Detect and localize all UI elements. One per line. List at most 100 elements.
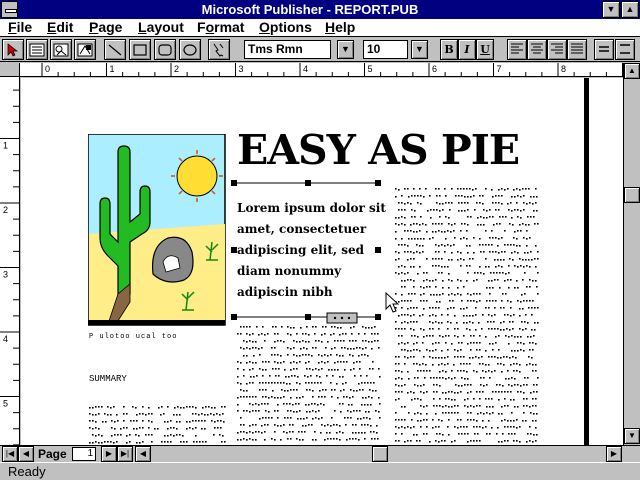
greeked-text-left-column[interactable] xyxy=(89,404,227,445)
page-workspace[interactable]: EASY AS PIE Lorem ipsum dolor sit amet, … xyxy=(21,78,623,445)
double-space-icon xyxy=(620,44,630,54)
horizontal-ruler[interactable]: 0123456789 xyxy=(20,63,640,77)
font-size-dropdown[interactable]: ▼ xyxy=(411,40,428,59)
first-page-button[interactable]: |◀ xyxy=(2,446,18,462)
greeked-text-right-column[interactable] xyxy=(395,186,540,445)
previous-page-button[interactable]: ◀ xyxy=(18,446,34,462)
menu-layout[interactable]: Layout xyxy=(138,19,184,36)
vertical-ruler-ticks: 1 2 3 4 5 xyxy=(0,73,20,446)
headline[interactable]: EASY AS PIE xyxy=(237,126,520,174)
scroll-left-button[interactable]: ◀ xyxy=(135,446,151,462)
menu-format[interactable]: Format xyxy=(197,19,244,36)
summary-heading[interactable]: SUMMARY xyxy=(89,374,127,384)
page-edge-shadow xyxy=(584,78,589,445)
body-line: diam nonummy xyxy=(237,264,342,278)
body-line: adipiscing elit, sed xyxy=(237,243,365,257)
ruler-label: 2 xyxy=(174,64,179,74)
scroll-up-button[interactable]: ▲ xyxy=(624,63,640,79)
ruler-label: 4 xyxy=(303,64,308,74)
horizontal-ruler-ticks: 0123456789 xyxy=(41,63,640,77)
page-label: Page xyxy=(38,447,67,461)
align-left-icon xyxy=(511,43,523,54)
ruler-corner[interactable] xyxy=(0,63,20,77)
mouse-cursor-icon xyxy=(385,292,399,313)
picture-caption[interactable]: P ulotoo ucal too xyxy=(89,333,177,341)
box-tool[interactable] xyxy=(129,39,151,60)
underline-button[interactable]: U xyxy=(476,39,494,60)
align-right-button[interactable] xyxy=(547,39,567,60)
last-page-button[interactable]: ▶| xyxy=(117,446,133,462)
body-line: adipiscin nibh xyxy=(237,285,333,299)
font-name-dropdown[interactable]: ▼ xyxy=(337,40,354,59)
table-frame-tool[interactable] xyxy=(74,39,96,60)
oval-icon xyxy=(183,44,197,56)
justify-button[interactable] xyxy=(567,39,587,60)
title-bar[interactable]: Microsoft Publisher - REPORT.PUB ▼ ▲ xyxy=(0,0,640,19)
bold-button[interactable]: B xyxy=(440,39,458,60)
menu-options[interactable]: Options xyxy=(259,19,312,36)
greeked-text-middle-column[interactable] xyxy=(237,324,382,445)
font-name-box[interactable]: Tms Rmn xyxy=(244,40,331,59)
page-number-box[interactable]: 1 xyxy=(72,447,96,461)
menu-help[interactable]: Help xyxy=(325,19,355,36)
crop-icon xyxy=(213,43,224,57)
ruler-label: 5 xyxy=(3,399,8,409)
down-arrow-icon: ▼ xyxy=(415,44,424,54)
menu-page[interactable]: Page xyxy=(89,19,122,36)
picture-frame-icon xyxy=(53,43,69,57)
ruler-label: 4 xyxy=(3,334,8,344)
menu-file[interactable]: File xyxy=(8,19,32,36)
italic-button[interactable]: I xyxy=(458,39,476,60)
maximize-button[interactable]: ▲ xyxy=(621,1,639,18)
text-frame-tool[interactable] xyxy=(26,39,48,60)
menu-edit[interactable]: Edit xyxy=(47,19,73,36)
body-line: Lorem ipsum dolor sit xyxy=(237,201,386,215)
line-tool[interactable] xyxy=(104,39,126,60)
minimize-button[interactable]: ▼ xyxy=(602,1,620,18)
vertical-scroll-thumb[interactable] xyxy=(624,187,640,203)
single-space-icon xyxy=(599,46,609,52)
vertical-ruler[interactable]: 1 2 3 4 5 xyxy=(0,73,20,446)
rounded-box-tool[interactable] xyxy=(154,39,176,60)
vertical-scrollbar[interactable]: ▲ ▼ xyxy=(623,63,640,445)
crop-tool[interactable] xyxy=(208,39,230,60)
ruler-label: 1 xyxy=(3,141,8,151)
line-icon xyxy=(108,44,122,56)
align-center-icon xyxy=(531,43,543,54)
ruler-label: 3 xyxy=(239,64,244,74)
desert-clipart-picture[interactable] xyxy=(88,134,226,326)
text-frame-icon xyxy=(29,43,45,57)
picture-frame-tool[interactable] xyxy=(50,39,72,60)
box-icon xyxy=(133,44,147,56)
scroll-right-button[interactable]: ▶ xyxy=(606,446,622,462)
next-page-button[interactable]: ▶ xyxy=(101,446,117,462)
ruler-label: 0 xyxy=(45,64,50,74)
system-menu-button[interactable] xyxy=(1,1,18,18)
oval-tool[interactable] xyxy=(179,39,201,60)
scroll-down-button[interactable]: ▼ xyxy=(624,428,640,444)
pointer-tool[interactable] xyxy=(2,39,24,60)
publisher-window: Microsoft Publisher - REPORT.PUB ▼ ▲ Fil… xyxy=(0,0,640,480)
align-left-button[interactable] xyxy=(507,39,527,60)
rounded-box-icon xyxy=(158,44,172,56)
ruler-label: 1 xyxy=(110,64,115,74)
toolbar: Tms Rmn ▼ 10 ▼ B I U xyxy=(0,37,640,62)
body-text[interactable]: Lorem ipsum dolor sit amet, consectetuer… xyxy=(237,198,387,303)
menu-bar: File Edit Page Layout Format Options Hel… xyxy=(0,19,640,37)
single-space-button[interactable] xyxy=(594,39,614,60)
pointer-icon xyxy=(7,43,19,57)
align-right-icon xyxy=(551,43,563,54)
ruler-label: 7 xyxy=(497,64,502,74)
ruler-label: 3 xyxy=(3,270,8,280)
horizontal-scroll-thumb[interactable] xyxy=(372,446,388,462)
ruler-label: 8 xyxy=(561,64,566,74)
ruler-label: 5 xyxy=(368,64,373,74)
align-center-button[interactable] xyxy=(527,39,547,60)
down-arrow-icon: ▼ xyxy=(341,44,350,54)
horizontal-scrollbar[interactable]: |◀ ◀ Page 1 ▶ ▶| ◀ ▶ xyxy=(0,445,640,462)
status-bar: Ready xyxy=(0,462,640,480)
font-size-box[interactable]: 10 xyxy=(363,40,408,59)
wordart-icon xyxy=(77,43,93,57)
window-title: Microsoft Publisher - REPORT.PUB xyxy=(201,2,419,17)
double-space-button[interactable] xyxy=(615,39,635,60)
